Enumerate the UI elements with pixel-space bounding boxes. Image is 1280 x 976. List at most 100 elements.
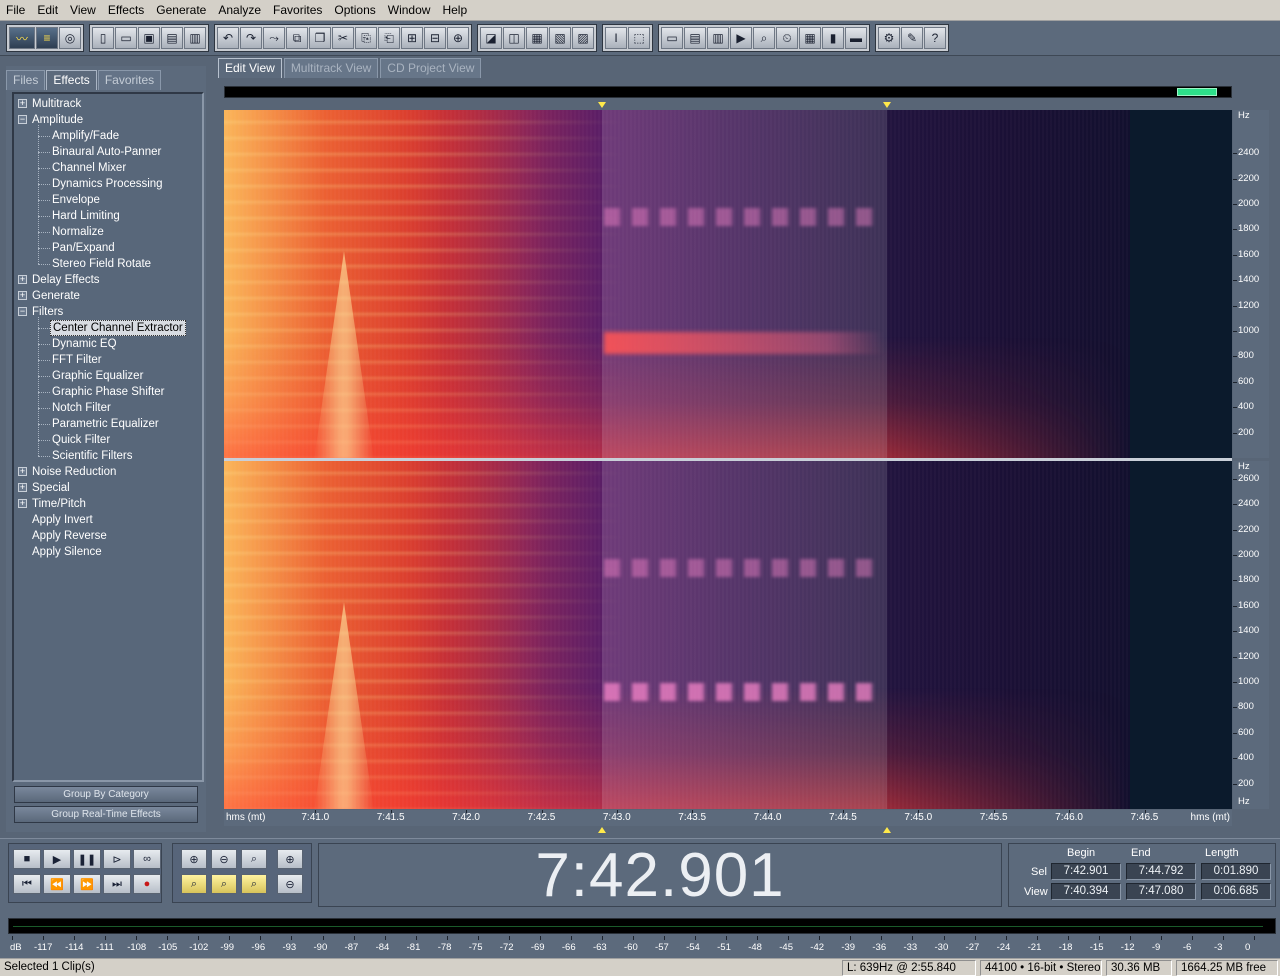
selection-end-marker-top[interactable] [882, 102, 891, 108]
tree-collapse-icon[interactable]: − [18, 115, 27, 124]
group-by-category-button[interactable]: Group By Category [14, 786, 198, 803]
menu-edit[interactable]: Edit [31, 0, 64, 21]
menu-file[interactable]: File [0, 0, 31, 21]
menu-view[interactable]: View [64, 0, 102, 21]
tree-expand-icon[interactable]: + [18, 291, 27, 300]
tree-category-item[interactable]: + Noise Reduction [14, 464, 202, 480]
tree-expand-icon[interactable]: + [18, 499, 27, 508]
record-icon[interactable]: ● [133, 874, 161, 894]
paste-new-icon[interactable]: ⎗ [378, 27, 400, 49]
tree-effect-item[interactable]: Quick Filter [14, 432, 202, 448]
tab-multitrack-view[interactable]: Multitrack View [283, 58, 379, 78]
tab-files[interactable]: Files [6, 70, 46, 90]
zoom-window-icon[interactable]: ⌕ [753, 27, 775, 49]
tree-category-item[interactable]: + Multitrack [14, 96, 202, 112]
tree-category-item[interactable]: Apply Reverse [14, 528, 202, 544]
transport-window-icon[interactable]: ▶ [730, 27, 752, 49]
tree-effect-item[interactable]: Graphic Phase Shifter [14, 384, 202, 400]
menu-window[interactable]: Window [382, 0, 437, 21]
menu-options[interactable]: Options [328, 0, 381, 21]
pause-icon[interactable]: ❚❚ [73, 849, 101, 869]
new-file-icon[interactable]: ▯ [92, 27, 114, 49]
selection-end-marker-bottom[interactable] [882, 827, 891, 833]
tab-effects[interactable]: Effects [46, 70, 97, 90]
tree-category-item[interactable]: + Generate [14, 288, 202, 304]
zoom-right-edge-icon[interactable]: ⌕ [241, 874, 267, 894]
tree-effect-item[interactable]: Dynamics Processing [14, 176, 202, 192]
waveform-view-icon[interactable]: 〰 [9, 27, 35, 49]
marquee-tool-icon[interactable]: ⬚ [628, 27, 650, 49]
spectral-phase-icon[interactable]: ▧ [549, 27, 571, 49]
paste-icon[interactable]: ⎘ [355, 27, 377, 49]
view-begin-field[interactable]: 7:40.394 [1051, 883, 1121, 900]
tree-effect-item[interactable]: Normalize [14, 224, 202, 240]
save-all-icon[interactable]: ▥ [184, 27, 206, 49]
zoom-selection-icon[interactable]: ⌕ [181, 874, 207, 894]
tree-effect-item[interactable]: FFT Filter [14, 352, 202, 368]
menu-help[interactable]: Help [436, 0, 473, 21]
levels-window-icon[interactable]: ▮ [822, 27, 844, 49]
mixer-window-icon[interactable]: ▥ [707, 27, 729, 49]
tree-effect-item[interactable]: Center Channel Extractor [14, 320, 202, 336]
trim-icon[interactable]: ⊟ [424, 27, 446, 49]
tree-effect-item[interactable]: Envelope [14, 192, 202, 208]
time-window-icon[interactable]: ⏲ [776, 27, 798, 49]
organizer-window-icon[interactable]: ▭ [661, 27, 683, 49]
spectrogram-left-channel[interactable] [224, 110, 1232, 458]
status-bar-icon[interactable]: ▬ [845, 27, 867, 49]
tree-category-item[interactable]: Apply Invert [14, 512, 202, 528]
tree-expand-icon[interactable]: + [18, 483, 27, 492]
undo-icon[interactable]: ↶ [217, 27, 239, 49]
tree-effect-item[interactable]: Channel Mixer [14, 160, 202, 176]
loop-icon[interactable]: ∞ [133, 849, 161, 869]
menu-analyze[interactable]: Analyze [212, 0, 267, 21]
clipboard-icon[interactable]: ⊕ [447, 27, 469, 49]
selection-start-marker-bottom[interactable] [598, 827, 606, 833]
zoom-left-edge-icon[interactable]: ⌕ [211, 874, 237, 894]
tab-edit-view[interactable]: Edit View [218, 58, 282, 78]
zoom-out-icon[interactable]: ⊖ [211, 849, 237, 869]
help-question-icon[interactable]: ? [924, 27, 946, 49]
spectral-view-icon[interactable]: ◪ [480, 27, 502, 49]
tree-expand-icon[interactable]: + [18, 467, 27, 476]
save-as-icon[interactable]: ▤ [161, 27, 183, 49]
tree-category-item[interactable]: + Special [14, 480, 202, 496]
menu-generate[interactable]: Generate [150, 0, 212, 21]
redo-icon[interactable]: ↷ [240, 27, 262, 49]
selection-window-icon[interactable]: ▦ [799, 27, 821, 49]
copy-icon[interactable]: ❐ [309, 27, 331, 49]
tree-effect-item[interactable]: Notch Filter [14, 400, 202, 416]
tree-category-item[interactable]: + Time/Pitch [14, 496, 202, 512]
mix-paste-icon[interactable]: ⊞ [401, 27, 423, 49]
save-file-icon[interactable]: ▣ [138, 27, 160, 49]
spectral-pan-icon[interactable]: ▦ [526, 27, 548, 49]
waveform-display-icon[interactable]: ◫ [503, 27, 525, 49]
overview-bar[interactable] [224, 86, 1232, 98]
menu-effects[interactable]: Effects [102, 0, 150, 21]
spectral-freq-icon[interactable]: ▨ [572, 27, 594, 49]
overview-range-thumb[interactable] [1177, 88, 1217, 96]
tree-effect-item[interactable]: Parametric Equalizer [14, 416, 202, 432]
zoom-in-icon[interactable]: ⊕ [181, 849, 207, 869]
zoom-full-icon[interactable]: ⌕ [241, 849, 267, 869]
zoom-out-vertical-icon[interactable]: ⊖ [277, 874, 303, 894]
tree-effect-item[interactable]: Scientific Filters [14, 448, 202, 464]
tools-icon[interactable]: ✎ [901, 27, 923, 49]
rewind-icon[interactable]: ⏪ [43, 874, 71, 894]
multitrack-view-icon[interactable]: ≡ [36, 27, 58, 49]
spectrogram-right-channel[interactable] [224, 461, 1232, 809]
go-to-start-icon[interactable]: ⏮ [13, 874, 41, 894]
info-window-icon[interactable]: ▤ [684, 27, 706, 49]
cd-view-icon[interactable]: ◎ [59, 27, 81, 49]
tab-favorites[interactable]: Favorites [97, 70, 162, 90]
tree-effect-item[interactable]: Pan/Expand [14, 240, 202, 256]
open-file-icon[interactable]: ▭ [115, 27, 137, 49]
tree-collapse-icon[interactable]: − [18, 307, 27, 316]
play-to-end-icon[interactable]: ⊳ [103, 849, 131, 869]
tree-category-item[interactable]: − Amplitude [14, 112, 202, 128]
tab-cd-project-view[interactable]: CD Project View [380, 58, 482, 78]
view-length-field[interactable]: 0:06.685 [1201, 883, 1271, 900]
tree-expand-icon[interactable]: + [18, 99, 27, 108]
cut-icon[interactable]: ✂ [332, 27, 354, 49]
go-to-end-icon[interactable]: ⏭ [103, 874, 131, 894]
